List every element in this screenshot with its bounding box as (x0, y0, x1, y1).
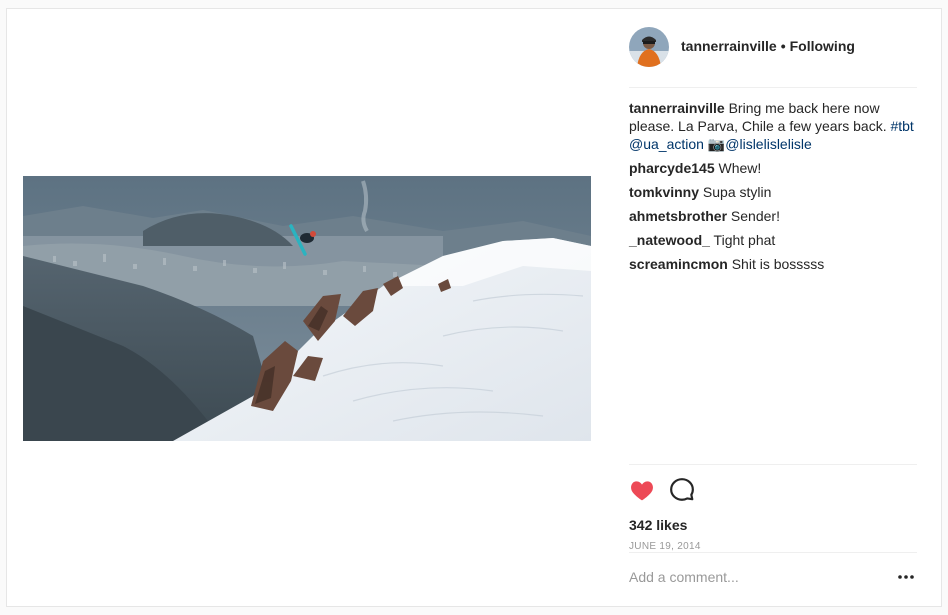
comment-text: Shit is bosssss (731, 256, 825, 272)
post-photo[interactable] (23, 176, 591, 441)
following-button[interactable]: Following (790, 38, 855, 54)
comment-text: Sender! (730, 208, 780, 224)
comment-item: ahmetsbrother Sender! (629, 207, 917, 225)
comment-item: pharcyde145 Whew! (629, 159, 917, 177)
post-header: tannerrainville • Following (629, 9, 917, 88)
post-actions: 342 likes JUNE 19, 2014 (629, 464, 917, 553)
likes-count[interactable]: 342 likes (629, 517, 687, 533)
header-line: tannerrainville • Following (681, 38, 855, 54)
more-options-icon[interactable] (895, 567, 917, 587)
avatar[interactable] (629, 27, 669, 67)
comment-username[interactable]: ahmetsbrother (629, 208, 727, 224)
heart-icon[interactable] (629, 477, 655, 503)
comment-username[interactable]: tomkvinny (629, 184, 699, 200)
caption: tannerrainville Bring me back here now p… (629, 99, 917, 153)
add-comment-section (629, 552, 917, 607)
separator-dot: • (780, 38, 786, 54)
comment-item: tomkvinny Supa stylin (629, 183, 917, 201)
comment-bubble-icon[interactable] (669, 477, 695, 503)
comment-text: Tight phat (713, 232, 776, 248)
camera-emoji-icon: 📷 (707, 136, 726, 152)
caption-mention-ua-action[interactable]: @ua_action (629, 136, 704, 152)
comment-text: Supa stylin (702, 184, 772, 200)
caption-hashtag[interactable]: #tbt (890, 118, 913, 134)
post-date: JUNE 19, 2014 (629, 541, 701, 552)
comment-username[interactable]: _natewood_ (629, 232, 710, 248)
post-author-username[interactable]: tannerrainville (681, 38, 777, 54)
caption-mention-lisle[interactable]: @lislelislelisle (725, 136, 812, 152)
caption-username[interactable]: tannerrainville (629, 100, 725, 116)
add-comment-input[interactable] (629, 565, 879, 589)
comment-username[interactable]: screamincmon (629, 256, 728, 272)
comment-item: _natewood_ Tight phat (629, 231, 917, 249)
post-side-panel: tannerrainville • Following tannerrainvill… (629, 9, 917, 606)
post-modal: tannerrainville • Following tannerrainvill… (6, 8, 942, 607)
comment-username[interactable]: pharcyde145 (629, 160, 715, 176)
comments-list: tannerrainville Bring me back here now p… (629, 99, 917, 279)
comment-text: Whew! (718, 160, 762, 176)
media-area (7, 9, 612, 606)
comment-item: screamincmon Shit is bosssss (629, 255, 917, 273)
